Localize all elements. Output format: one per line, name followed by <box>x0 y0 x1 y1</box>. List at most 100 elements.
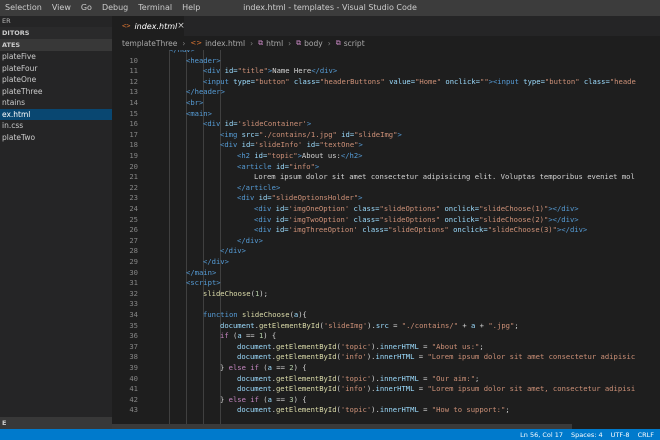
breadcrumb-html[interactable]: html <box>266 39 283 48</box>
templates-section[interactable]: ATES <box>0 39 112 51</box>
breadcrumb-folder[interactable]: templateThree <box>122 39 177 48</box>
breadcrumb-file[interactable]: index.html <box>205 39 245 48</box>
menu-go[interactable]: Go <box>76 0 97 16</box>
code-line[interactable]: 21 Lorem ipsum dolor sit amet consectetur… <box>112 172 660 183</box>
minimap[interactable] <box>642 50 660 429</box>
breadcrumb-script[interactable]: script <box>344 39 365 48</box>
code-line[interactable]: 29 </div> <box>112 257 660 268</box>
code-line[interactable]: 15 <main> <box>112 109 660 120</box>
open-editors-section[interactable]: DITORS <box>0 27 112 39</box>
code-token: <br> <box>186 98 204 107</box>
code-line[interactable]: 28 </div> <box>112 246 660 257</box>
code-text: <div id="slideOptionsHolder"> <box>237 193 363 204</box>
code-line[interactable]: 30 </main> <box>112 268 660 279</box>
code-token: ). <box>371 373 380 383</box>
code-line[interactable]: 40 document.getElementById('topic').inner… <box>112 374 660 385</box>
code-text: <div id='imgThreeOption' class="slideOpt… <box>254 225 587 236</box>
code-token: id= <box>224 66 238 76</box>
file-item[interactable]: plateFive <box>0 51 112 63</box>
menu-debug[interactable]: Debug <box>97 0 133 16</box>
line-number: 26 <box>129 225 138 235</box>
line-number: 34 <box>129 310 138 319</box>
code-token: = <box>414 352 428 362</box>
code-line[interactable]: 31 <script> <box>112 278 660 289</box>
code-line[interactable]: 43 document.getElementById('topic').inner… <box>112 405 660 416</box>
menu-help[interactable]: Help <box>177 0 205 16</box>
code-text: </main> <box>186 268 216 279</box>
file-item[interactable]: plateOne <box>0 74 112 86</box>
code-line[interactable]: 18 <div id='slideInfo' id="textOne"> <box>112 140 660 151</box>
code-token: type= <box>523 76 545 86</box>
code-token: </nav> <box>169 50 195 54</box>
code-line[interactable]: 39} else if (a == 2) { <box>112 363 660 374</box>
tab-index-html[interactable]: <> index.html × <box>112 16 185 36</box>
file-item[interactable]: plateTwo <box>0 132 112 144</box>
encoding[interactable]: UTF-8 <box>611 431 630 439</box>
code-line[interactable]: 20 <article id="info"> <box>112 162 660 173</box>
code-line[interactable]: 13 </header> <box>112 87 660 98</box>
menu-terminal[interactable]: Terminal <box>133 0 177 16</box>
title-bar: index.html - templates - Visual Studio C… <box>0 0 660 16</box>
code-line[interactable]: 34 function slideChoose(a){ <box>112 310 660 321</box>
menu-view[interactable]: View <box>47 0 76 16</box>
code-line[interactable]: 16 <div id='slideContainer'> <box>112 119 660 130</box>
code-token: + <box>475 320 489 330</box>
code-text: <header> <box>186 56 221 67</box>
code-token: </div> <box>203 257 229 266</box>
breadcrumb-body[interactable]: body <box>304 39 323 48</box>
code-text: <div id='imgOneOption' class="slideOptio… <box>254 204 579 215</box>
code-line[interactable]: 26 <div id='imgThreeOption' class="slideO… <box>112 225 660 236</box>
code-text: <br> <box>186 98 203 109</box>
code-line[interactable]: 24 <div id='imgOneOption' class="slideOpt… <box>112 204 660 215</box>
file-item[interactable]: ex.html <box>0 108 112 120</box>
code-line[interactable]: 42} else if (a == 3) { <box>112 395 660 406</box>
code-line[interactable]: 38 document.getElementById('info').innerH… <box>112 352 660 363</box>
code-line[interactable]: 25 <div id='imgTwoOption' class="slideOpt… <box>112 215 660 226</box>
code-line[interactable]: 41 document.getElementById('info').innerH… <box>112 384 660 395</box>
code-editor[interactable]: </nav> 10 <header>11<div id="title">Name H… <box>112 50 660 429</box>
code-token: + <box>458 320 472 330</box>
code-token: ). <box>366 352 376 362</box>
code-line[interactable]: 11 <div id="title">Name Here</div> <box>112 66 660 77</box>
code-token: = <box>418 405 432 415</box>
code-text: <div id='slideContainer'> <box>203 119 311 130</box>
code-line[interactable]: 23 <div id="slideOptionsHolder"> <box>112 193 660 204</box>
code-line[interactable]: 17 <img src="./contains/1.jpg" id="slideI… <box>112 130 660 141</box>
code-line[interactable]: 12 <input type="button" class="headerButt… <box>112 77 660 88</box>
code-line[interactable]: 19 <h2 id="topic">About us:</h2> <box>112 151 660 162</box>
code-line[interactable]: 33 <box>112 299 660 310</box>
file-item[interactable]: plateThree <box>0 86 112 98</box>
code-line[interactable]: 36 if (a == 1) { <box>112 331 660 342</box>
code-token: document <box>220 320 255 330</box>
code-line[interactable]: 22 </article> <box>112 183 660 194</box>
cursor-position[interactable]: Ln 56, Col 17 <box>520 431 563 439</box>
code-token: ( <box>258 363 268 372</box>
code-token: 'imgOneOption' <box>288 204 354 213</box>
code-token: onclick= <box>453 225 488 235</box>
code-token: ) { <box>293 363 307 372</box>
file-item[interactable]: ntains <box>0 97 112 109</box>
code-line[interactable]: 32 slideChoose(1); <box>112 289 660 300</box>
code-line[interactable]: 37 document.getElementById('topic').inner… <box>112 342 660 353</box>
close-icon[interactable]: × <box>177 21 185 31</box>
file-item[interactable]: in.css <box>0 120 112 132</box>
code-line[interactable]: 35 document.getElementById('slideImg').sr… <box>112 321 660 332</box>
code-line[interactable]: 27 </div> <box>112 236 660 247</box>
code-token: if <box>220 331 229 341</box>
code-token: class= <box>353 204 380 213</box>
line-number: 10 <box>129 55 138 65</box>
menu-selection[interactable]: Selection <box>0 0 47 16</box>
code-line[interactable]: 10 <header> <box>112 56 660 67</box>
code-text: function slideChoose(a){ <box>203 310 307 321</box>
line-number: 38 <box>129 352 138 362</box>
line-ending[interactable]: CRLF <box>638 431 654 439</box>
line-number: 18 <box>129 140 138 150</box>
code-token: } <box>220 363 229 372</box>
line-number: 30 <box>129 267 138 277</box>
code-token: document <box>237 373 272 383</box>
indentation[interactable]: Spaces: 4 <box>571 431 603 439</box>
code-line[interactable]: 14 <br> <box>112 98 660 109</box>
code-token: ( <box>228 331 238 341</box>
outline-section[interactable]: E <box>0 417 112 429</box>
file-item[interactable]: plateFour <box>0 63 112 75</box>
